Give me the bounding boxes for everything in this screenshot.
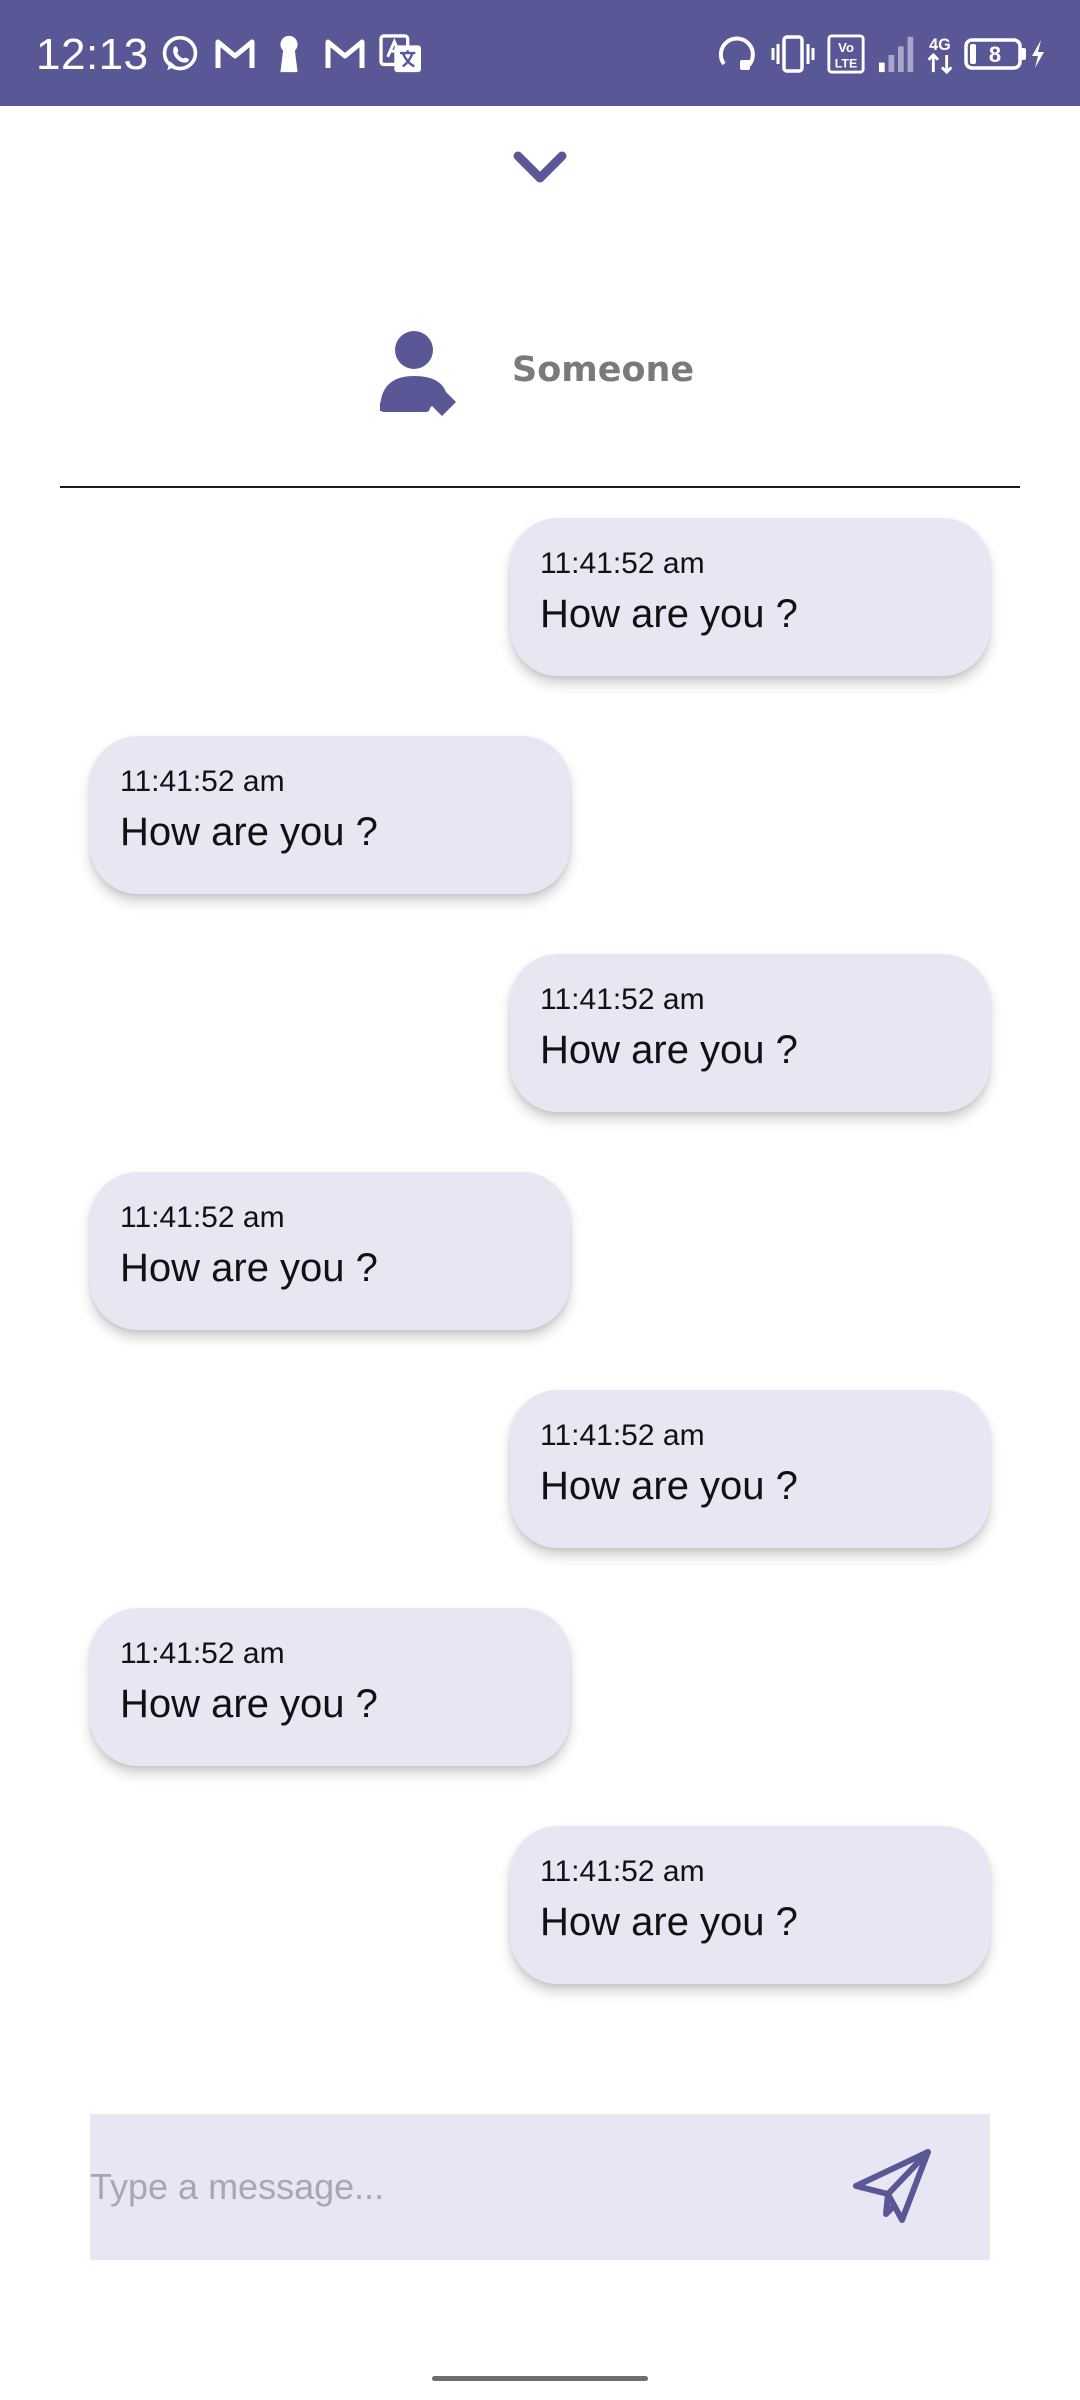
message-input[interactable] [90, 2114, 810, 2260]
gmail-icon [325, 39, 365, 68]
gesture-nav-handle[interactable] [432, 2376, 648, 2381]
status-bar: 12:13 Vo LTE 4G 8 [0, 0, 1080, 106]
message-bubble-received[interactable]: 11:41:52 am How are you ? [90, 1608, 570, 1766]
message-text: How are you ? [540, 1900, 798, 1944]
gmail-icon [215, 39, 255, 68]
whatsapp-icon [162, 35, 198, 71]
battery-icon: 8 [964, 38, 1026, 70]
chat-screen: 12:13 Vo LTE 4G 8 Someone 11:41:52 am Ho… [0, 0, 1080, 2400]
message-text: How are you ? [120, 1682, 378, 1726]
headset-icon [718, 36, 755, 70]
header-divider [60, 486, 1020, 488]
status-time: 12:13 [36, 30, 149, 79]
message-bubble-sent[interactable]: 11:41:52 am How are you ? [510, 954, 990, 1112]
message-bubble-received[interactable]: 11:41:52 am How are you ? [90, 736, 570, 894]
message-text: How are you ? [540, 1028, 798, 1072]
battery-level: 8 [989, 42, 1001, 67]
network-4g-icon: 4G [927, 36, 953, 74]
message-time: 11:41:52 am [120, 765, 285, 798]
message-time: 11:41:52 am [540, 1855, 705, 1888]
svg-text:LTE: LTE [835, 56, 857, 70]
signal-icon [878, 36, 914, 73]
message-text: How are you ? [120, 1246, 378, 1290]
message-text: How are you ? [540, 1464, 798, 1508]
svg-text:Vo: Vo [838, 40, 854, 55]
message-text: How are you ? [540, 592, 798, 636]
message-bubble-sent[interactable]: 11:41:52 am How are you ? [510, 1826, 990, 1984]
message-composer [90, 2114, 990, 2260]
message-time: 11:41:52 am [540, 983, 705, 1016]
volte-icon: Vo LTE [827, 34, 865, 74]
keyhole-icon [280, 35, 298, 73]
translate-icon [379, 34, 421, 73]
chevron-down-icon[interactable] [512, 150, 568, 186]
message-bubble-sent[interactable]: 11:41:52 am How are you ? [510, 1390, 990, 1548]
svg-text:4G: 4G [929, 36, 951, 54]
person-edit-icon [380, 331, 456, 416]
charging-icon [1032, 40, 1044, 68]
message-time: 11:41:52 am [540, 547, 705, 580]
message-time: 11:41:52 am [120, 1637, 285, 1670]
contact-name: Someone [512, 350, 695, 390]
message-time: 11:41:52 am [540, 1419, 705, 1452]
message-text: How are you ? [120, 810, 378, 854]
vibrate-icon [771, 35, 815, 73]
message-time: 11:41:52 am [120, 1201, 285, 1234]
message-bubble-received[interactable]: 11:41:52 am How are you ? [90, 1172, 570, 1330]
send-icon[interactable] [850, 2146, 934, 2226]
message-bubble-sent[interactable]: 11:41:52 am How are you ? [510, 518, 990, 676]
